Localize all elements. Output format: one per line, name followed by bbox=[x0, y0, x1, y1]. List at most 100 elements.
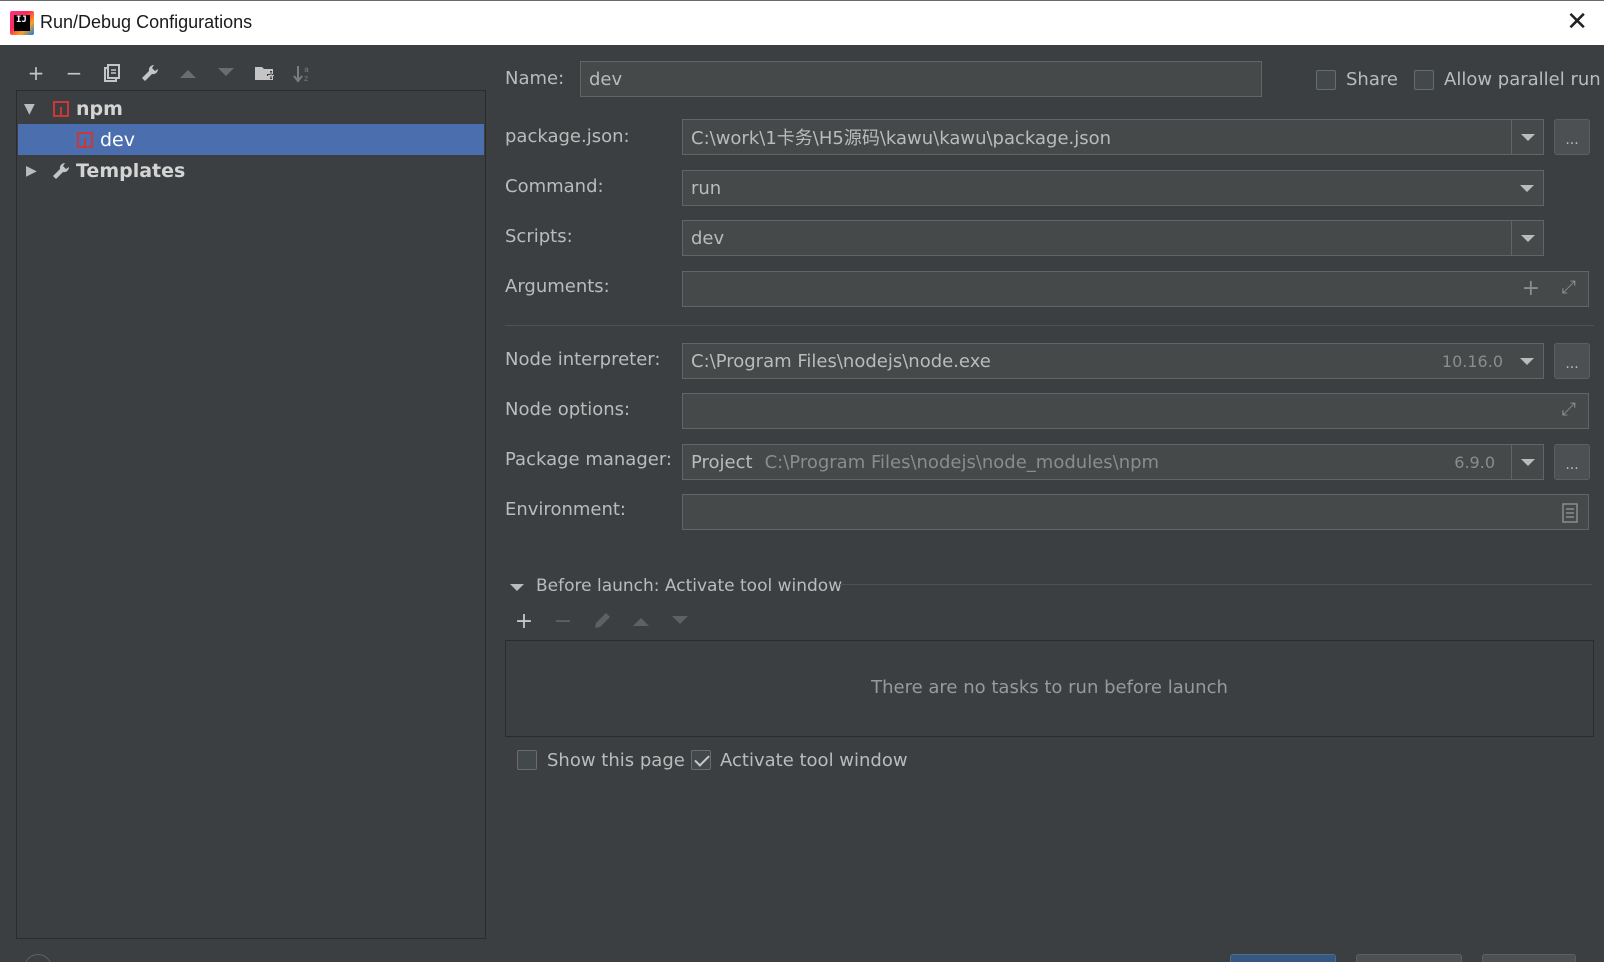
package-json-combo[interactable]: C:\work\1卡务\H5源码\kawu\kawu\package.json bbox=[682, 119, 1544, 155]
activate-tool-window-label: Activate tool window bbox=[720, 750, 908, 771]
before-launch-title: Before launch: Activate tool window bbox=[536, 576, 843, 596]
node-interpreter-dropdown[interactable] bbox=[1511, 344, 1543, 378]
collapse-triangle-icon[interactable]: ▼ bbox=[24, 101, 35, 117]
move-task-up-button[interactable] bbox=[626, 606, 656, 636]
package-manager-label: Package manager: bbox=[505, 449, 672, 470]
pencil-icon bbox=[595, 613, 610, 628]
share-label: Share bbox=[1346, 69, 1398, 90]
scripts-label: Scripts: bbox=[505, 226, 573, 247]
new-folder-button[interactable] bbox=[250, 58, 280, 88]
tree-label-templates: Templates bbox=[76, 159, 186, 182]
scripts-value: dev bbox=[691, 227, 725, 249]
config-tree: ▼ npm dev ▶ Templates bbox=[16, 90, 486, 939]
chevron-down-icon bbox=[1520, 133, 1535, 141]
node-interpreter-combo[interactable]: C:\Program Files\nodejs\node.exe 10.16.0 bbox=[682, 343, 1544, 379]
tree-label-npm: npm bbox=[76, 97, 123, 120]
tree-node-templates[interactable]: ▶ Templates bbox=[18, 155, 484, 186]
expand-icon[interactable]: ⤢ bbox=[1562, 277, 1576, 298]
ok-button[interactable] bbox=[1230, 954, 1336, 962]
arrow-up-icon bbox=[180, 70, 196, 78]
package-manager-dropdown[interactable] bbox=[1511, 445, 1543, 479]
command-label: Command: bbox=[505, 176, 604, 197]
arrow-down-icon bbox=[672, 616, 688, 624]
plus-icon: + bbox=[27, 61, 45, 85]
remove-config-button[interactable]: − bbox=[59, 58, 89, 88]
show-page-checkbox[interactable] bbox=[517, 750, 537, 770]
add-task-button[interactable]: + bbox=[509, 606, 539, 636]
node-interpreter-label: Node interpreter: bbox=[505, 349, 661, 370]
close-icon[interactable]: ✕ bbox=[1566, 9, 1588, 35]
arguments-input[interactable]: + ⤢ bbox=[682, 271, 1589, 307]
remove-task-button[interactable]: − bbox=[548, 606, 578, 636]
command-dropdown[interactable] bbox=[1511, 171, 1543, 205]
command-value: run bbox=[691, 177, 722, 199]
node-options-input[interactable]: ⤢ bbox=[682, 393, 1589, 429]
node-interpreter-browse-button[interactable]: ... bbox=[1554, 343, 1590, 379]
copy-config-button[interactable] bbox=[97, 58, 127, 88]
package-json-browse-button[interactable]: ... bbox=[1554, 119, 1590, 155]
add-config-button[interactable]: + bbox=[21, 58, 51, 88]
arrow-up-icon bbox=[633, 618, 649, 626]
help-icon[interactable] bbox=[24, 954, 52, 962]
svg-text:z: z bbox=[304, 74, 308, 83]
svg-text:a: a bbox=[304, 65, 309, 74]
cancel-button[interactable] bbox=[1356, 954, 1462, 962]
scripts-dropdown[interactable] bbox=[1511, 221, 1543, 255]
package-manager-version: 6.9.0 bbox=[1454, 453, 1495, 472]
folder-add-icon bbox=[255, 67, 275, 80]
node-version: 10.16.0 bbox=[1441, 352, 1503, 371]
before-launch-task-list[interactable]: There are no tasks to run before launch bbox=[505, 640, 1594, 737]
tree-node-npm[interactable]: ▼ npm bbox=[18, 93, 484, 124]
wrench-icon bbox=[142, 64, 159, 81]
node-options-label: Node options: bbox=[505, 399, 631, 420]
plus-icon[interactable]: + bbox=[1522, 276, 1540, 301]
minus-icon: − bbox=[553, 608, 573, 634]
package-manager-scope: Project bbox=[691, 451, 753, 473]
npm-icon bbox=[53, 100, 69, 117]
document-icon[interactable] bbox=[1562, 503, 1578, 523]
npm-icon bbox=[77, 131, 93, 148]
empty-task-list-message: There are no tasks to run before launch bbox=[871, 677, 1228, 698]
move-down-button[interactable] bbox=[211, 58, 241, 88]
move-task-down-button[interactable] bbox=[665, 606, 695, 636]
package-json-value: C:\work\1卡务\H5源码\kawu\kawu\package.json bbox=[691, 128, 1112, 149]
scripts-combo[interactable]: dev bbox=[682, 220, 1544, 256]
expand-icon[interactable]: ⤢ bbox=[1562, 399, 1576, 420]
show-page-label: Show this page bbox=[547, 750, 685, 771]
name-value: dev bbox=[589, 68, 623, 90]
copy-icon bbox=[104, 64, 120, 82]
name-input[interactable]: dev bbox=[580, 61, 1262, 97]
arrow-down-icon bbox=[218, 68, 234, 76]
share-checkbox[interactable] bbox=[1316, 70, 1336, 90]
package-manager-browse-button[interactable]: ... bbox=[1554, 444, 1590, 480]
window-titlebar: IJ Run/Debug Configurations ✕ bbox=[0, 0, 1604, 45]
chevron-down-icon bbox=[1520, 184, 1534, 192]
sort-button[interactable]: az bbox=[288, 58, 318, 88]
arguments-label: Arguments: bbox=[505, 276, 610, 297]
tree-node-dev[interactable]: dev bbox=[18, 124, 484, 155]
wrench-icon bbox=[53, 162, 70, 179]
collapse-triangle-icon bbox=[510, 584, 524, 591]
intellij-app-icon: IJ bbox=[10, 11, 34, 35]
environment-input[interactable] bbox=[682, 494, 1589, 530]
edit-task-button[interactable] bbox=[587, 606, 617, 636]
before-launch-separator bbox=[840, 584, 1592, 585]
window-title: Run/Debug Configurations bbox=[40, 12, 253, 32]
parallel-run-label: Allow parallel run bbox=[1444, 69, 1601, 90]
before-launch-header[interactable]: Before launch: Activate tool window bbox=[510, 576, 1592, 602]
parallel-run-checkbox[interactable] bbox=[1414, 70, 1434, 90]
chevron-down-icon bbox=[1520, 357, 1534, 365]
package-manager-combo[interactable]: Project C:\Program Files\nodejs\node_mod… bbox=[682, 444, 1544, 480]
package-manager-path: C:\Program Files\nodejs\node_modules\npm bbox=[764, 451, 1160, 473]
move-up-button[interactable] bbox=[173, 58, 203, 88]
sort-icon: az bbox=[293, 65, 309, 83]
minus-icon: − bbox=[65, 61, 83, 85]
expand-triangle-icon[interactable]: ▶ bbox=[26, 163, 37, 179]
command-select[interactable]: run bbox=[682, 170, 1544, 206]
activate-tool-window-checkbox[interactable] bbox=[691, 750, 711, 770]
apply-button[interactable] bbox=[1482, 954, 1576, 962]
environment-label: Environment: bbox=[505, 499, 626, 520]
package-json-dropdown[interactable] bbox=[1511, 120, 1543, 154]
node-interpreter-value: C:\Program Files\nodejs\node.exe bbox=[691, 350, 991, 372]
edit-defaults-button[interactable] bbox=[135, 58, 165, 88]
